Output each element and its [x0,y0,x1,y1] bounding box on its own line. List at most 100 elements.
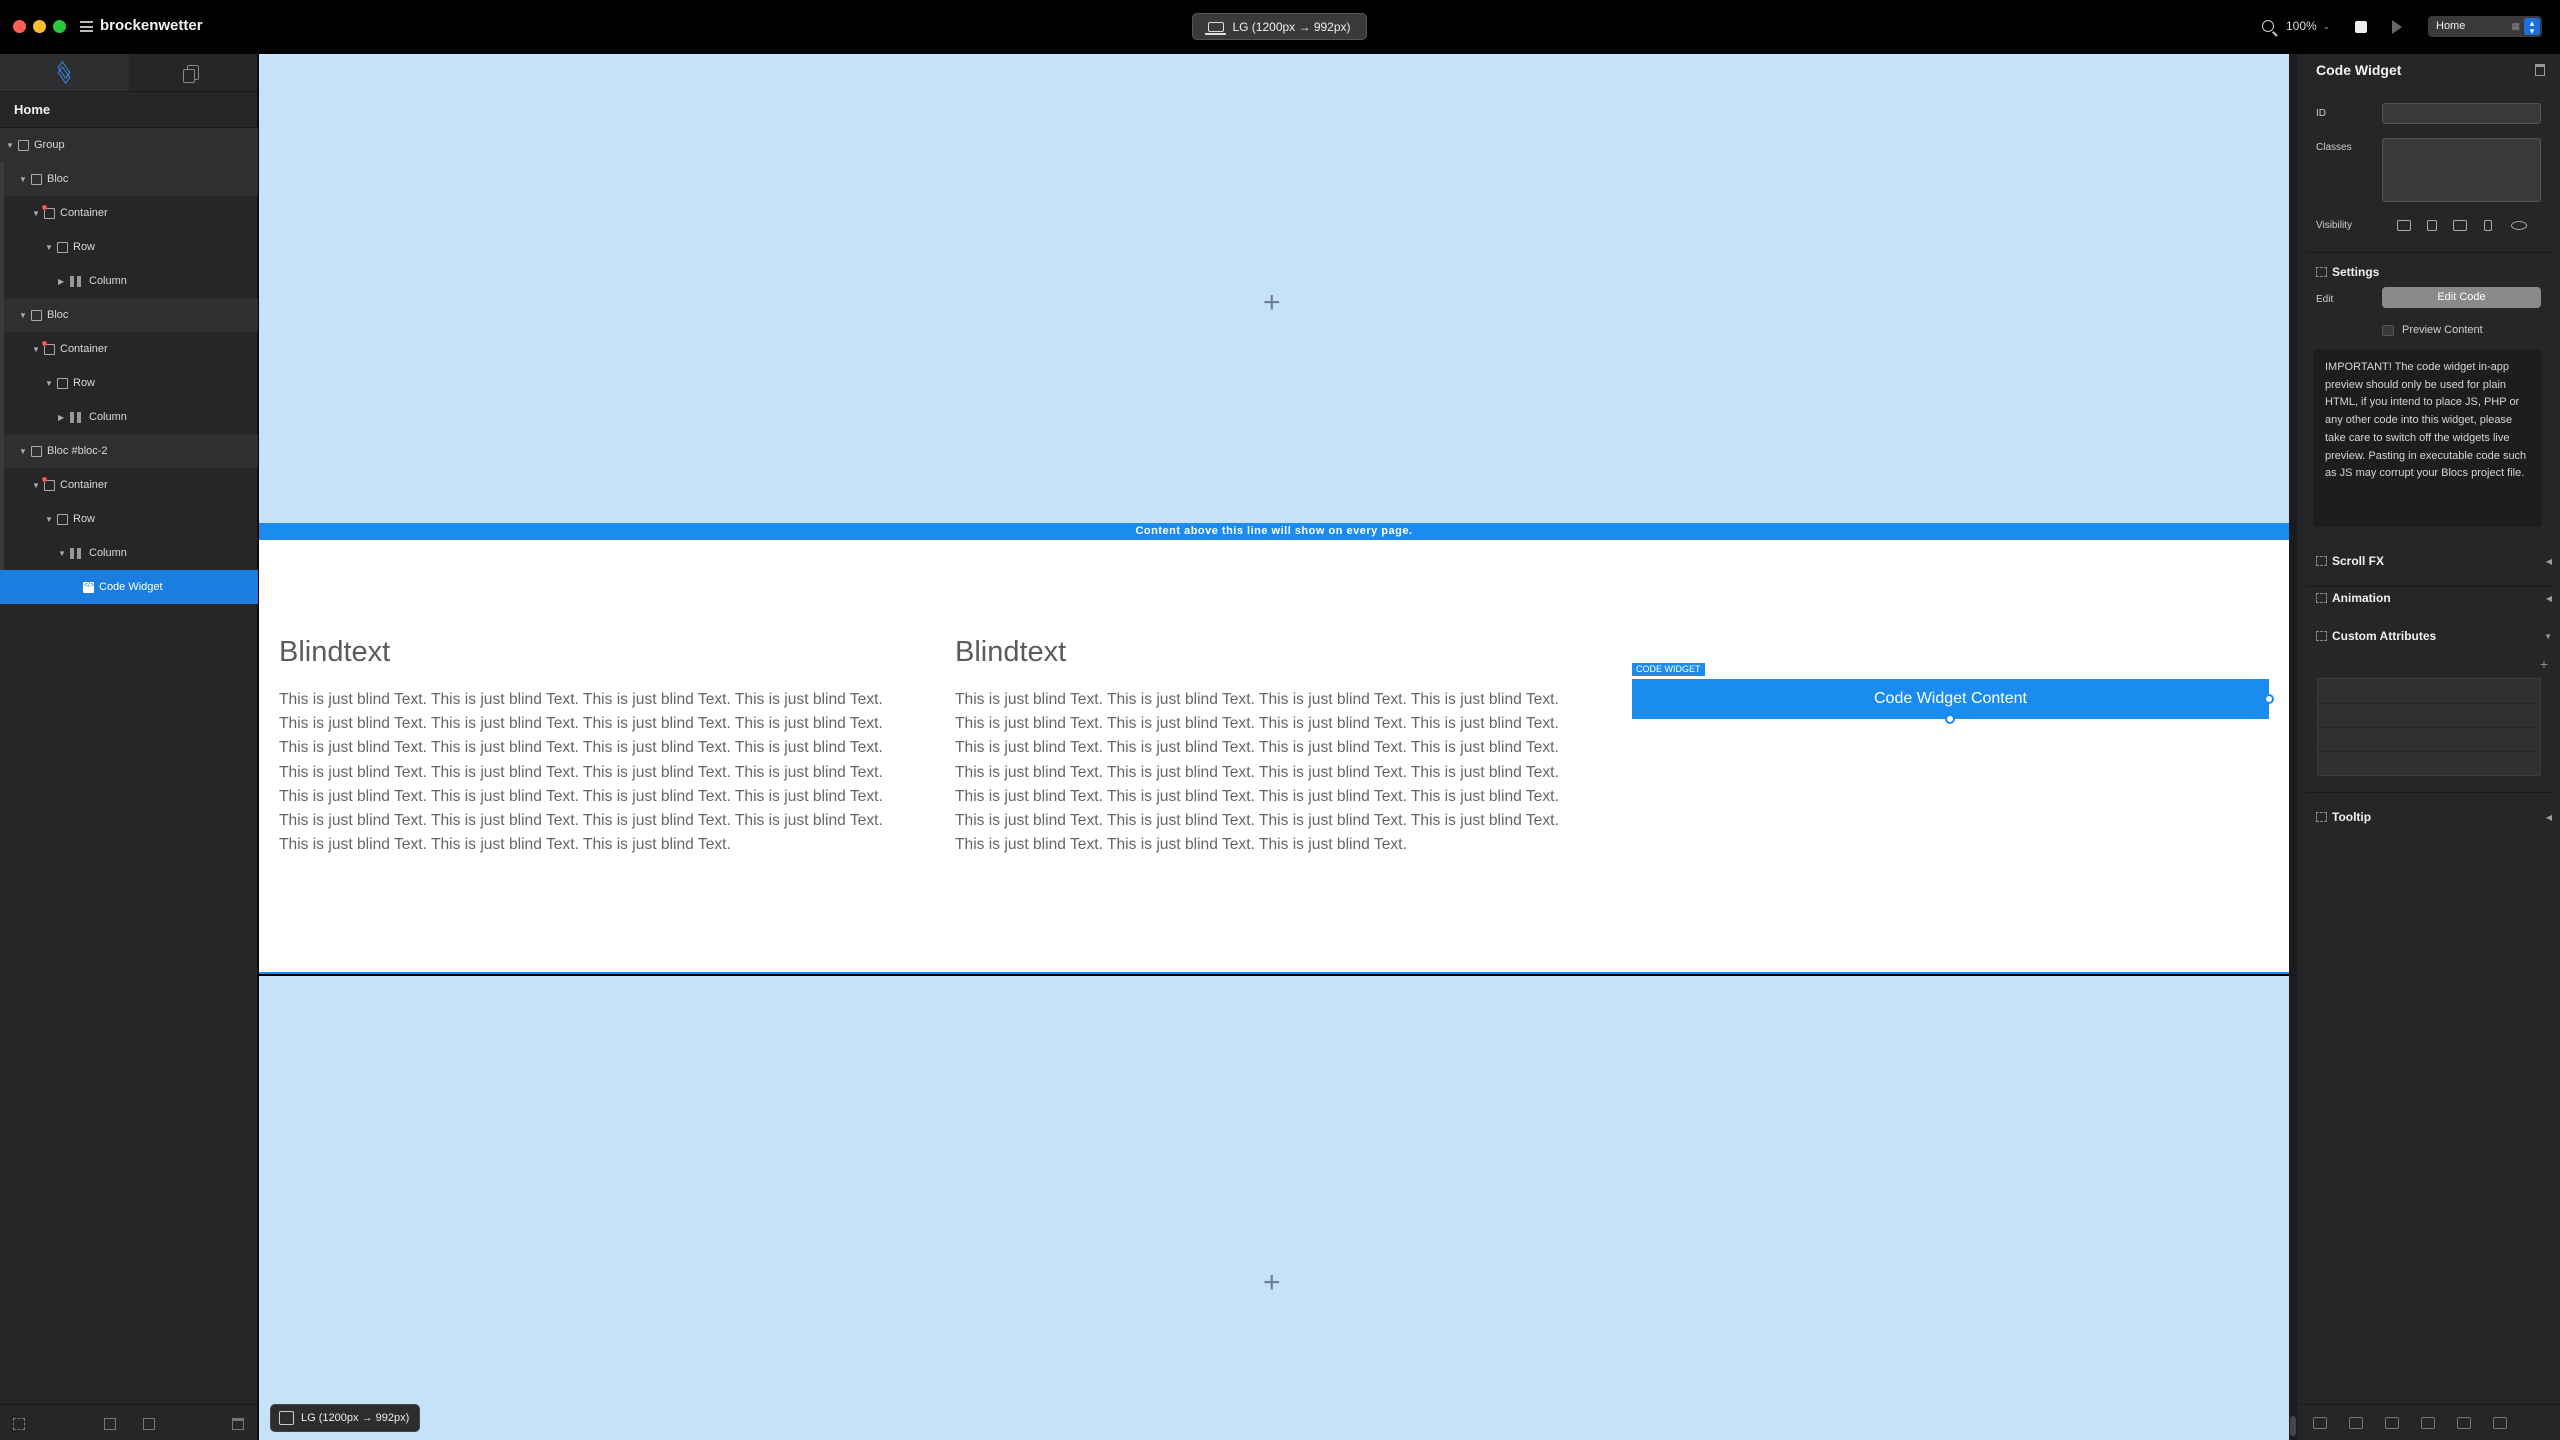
tooltip-icon [2316,812,2327,822]
layer-tree-item[interactable]: ▶ Column [0,264,258,298]
eye-icon[interactable] [2511,221,2527,230]
zoom-level: 100% [2286,19,2317,33]
layer-tree-item[interactable]: ▼ Row [0,366,258,400]
visibility-tablet-landscape-icon[interactable] [2453,220,2467,231]
layer-tree-label: Bloc #bloc-2 [47,445,108,457]
scroll-fx-section[interactable]: Scroll FX [2316,554,2384,568]
classes-label: Classes [2316,142,2352,153]
chevron-right-icon[interactable]: ▼ [58,549,66,558]
edit-code-button[interactable]: Edit Code [2382,287,2541,308]
divider [2305,792,2552,793]
custom-attributes-table[interactable] [2317,678,2541,776]
breakpoint-badge[interactable]: LG (1200px → 992px) [270,1404,421,1432]
warning-dot-icon [42,340,47,346]
trash-icon[interactable] [232,1418,244,1430]
image-icon[interactable] [2349,1417,2363,1429]
custom-attributes-section[interactable]: Custom Attributes [2316,629,2436,643]
select-arrows-icon: ▴ ▾ [2524,18,2540,36]
visibility-phone-icon[interactable] [2484,220,2492,231]
code-widget-tag: CODE WIDGET [1632,663,1705,676]
tab-layers[interactable] [0,54,129,91]
tooltip-section[interactable]: Tooltip [2316,810,2371,824]
stop-button[interactable] [2355,21,2367,33]
page-select[interactable]: Home ▦ ▴ ▾ [2428,16,2542,37]
split-column-icon[interactable] [143,1418,155,1430]
page-select-value: Home [2436,20,2466,32]
bloc-bottom[interactable]: + [259,976,2289,1440]
zoom-control[interactable]: 100% ⌄ [2262,19,2330,33]
tree-root-home[interactable]: Home [0,92,257,128]
scrollbar-thumb[interactable] [2290,1416,2296,1436]
add-bloc-button[interactable]: + [1263,1266,1281,1300]
trash-icon[interactable] [2535,64,2545,76]
layer-tree-item[interactable]: ▼ Container [0,332,258,366]
window-close-button[interactable] [13,20,26,33]
animation-caret-icon[interactable]: ◀ [2546,594,2552,603]
chevron-down-icon[interactable]: ▼ [32,481,40,490]
classes-input[interactable] [2382,138,2541,202]
document-icon[interactable] [2457,1417,2471,1429]
code-widget-warning: IMPORTANT! The code widget in-app previe… [2313,349,2542,527]
layer-tree-item[interactable]: ▼ Row [0,502,258,536]
layer-tree-item[interactable]: ▶ Column [0,400,258,434]
animation-section[interactable]: Animation [2316,591,2391,605]
tooltip-caret-icon[interactable]: ◀ [2546,813,2552,822]
chevron-right-icon[interactable]: ▶ [58,277,66,286]
divider [2305,586,2552,587]
layer-tree-item[interactable]: ▼ Bloc [0,298,258,332]
columns-icon[interactable] [2493,1417,2507,1429]
window-maximize-button[interactable] [53,20,66,33]
window-minimize-button[interactable] [33,20,46,33]
chevron-down-icon[interactable]: ▼ [45,515,53,524]
tab-pages[interactable] [129,54,258,91]
chevron-down-icon[interactable]: ▼ [32,345,40,354]
add-column-icon[interactable] [104,1418,116,1430]
visibility-label: Visibility [2316,220,2352,231]
chevron-right-icon[interactable]: ▶ [58,413,66,422]
layer-tree-item[interactable]: ▼ Container [0,468,258,502]
menu-icon[interactable] [80,21,93,32]
bloc-top[interactable]: + [259,54,2289,523]
scroll-fx-caret-icon[interactable]: ◀ [2546,557,2552,566]
warning-dot-icon [42,204,47,210]
resize-handle-right[interactable] [2264,694,2274,704]
layer-tree-item[interactable]: ▼ Column [0,536,258,570]
layer-tree-item[interactable]: ▼ Bloc #bloc-2 [0,434,258,468]
column-2-heading[interactable]: Blindtext [955,636,1066,669]
layer-tree-item[interactable]: Code Widget [0,570,258,604]
breakpoint-selector[interactable]: LG (1200px → 992px) [1192,13,1367,40]
chevron-down-icon[interactable]: ▼ [32,209,40,218]
visibility-tablet-icon[interactable] [2427,220,2437,231]
layer-tree-item[interactable]: ▼ Container [0,196,258,230]
add-attribute-button[interactable]: + [2540,656,2548,672]
settings-title: Settings [2332,265,2380,279]
resize-handle-bottom[interactable] [1945,714,1955,724]
column-2-text[interactable]: This is just blind Text. This is just bl… [955,688,1580,857]
layer-tree-item[interactable]: ▼ Row [0,230,258,264]
custom-attributes-caret-icon[interactable]: ▼ [2544,632,2552,641]
bloc-content[interactable]: Blindtext This is just blind Text. This … [259,540,2289,974]
code-widget[interactable]: Code Widget Content [1632,679,2269,719]
list-icon[interactable] [13,1418,25,1430]
column-1-heading[interactable]: Blindtext [279,636,390,669]
layer-tree-item[interactable]: ▼ Bloc [0,162,258,196]
chevron-down-icon[interactable]: ▼ [19,447,27,456]
chevron-down-icon[interactable]: ▼ [6,141,14,150]
column-1-text[interactable]: This is just blind Text. This is just bl… [279,688,904,857]
chevron-down-icon[interactable]: ▼ [19,175,27,184]
chevron-down-icon[interactable]: ▼ [45,243,53,252]
code-icon[interactable] [2313,1417,2327,1429]
layer-tree-item[interactable]: ▼ Group [0,128,258,162]
list-icon[interactable] [2421,1417,2435,1429]
preview-content-checkbox[interactable] [2382,325,2394,336]
id-input[interactable] [2382,103,2541,124]
chevron-down-icon[interactable]: ▼ [19,311,27,320]
visibility-desktop-icon[interactable] [2397,220,2411,231]
play-button[interactable] [2392,20,2402,34]
layer-tree-label: Bloc [47,309,69,321]
chart-icon[interactable] [2385,1417,2399,1429]
chevron-down-icon[interactable]: ▼ [45,379,53,388]
pages-icon [182,65,199,83]
canvas-scrollbar[interactable] [2289,54,2297,1440]
add-bloc-button[interactable]: + [1263,286,1281,320]
